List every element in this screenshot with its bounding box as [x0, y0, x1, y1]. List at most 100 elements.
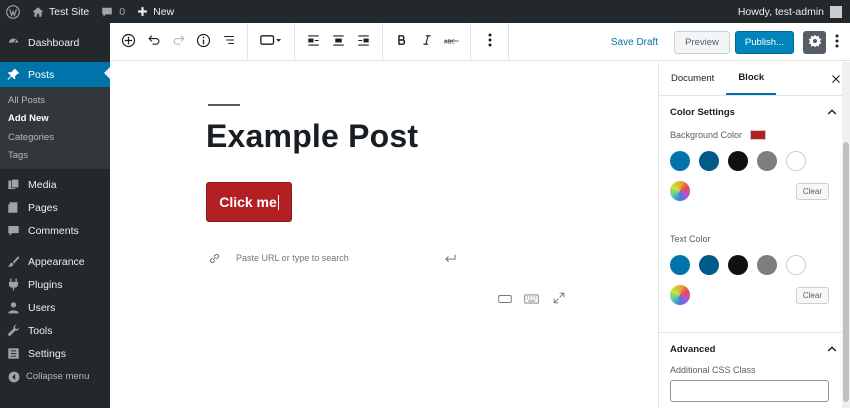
sidebar-item-tools[interactable]: Tools	[0, 319, 110, 342]
align-center-button[interactable]	[326, 28, 351, 56]
tab-block[interactable]: Block	[726, 62, 777, 95]
enter-icon[interactable]	[444, 252, 457, 267]
color-swatch-white[interactable]	[786, 151, 806, 171]
sidebar-item-plugins[interactable]: Plugins	[0, 273, 110, 296]
expand-button[interactable]	[545, 292, 572, 307]
more-options-button[interactable]	[477, 28, 502, 56]
collapse-icon	[7, 370, 20, 383]
collapse-menu-button[interactable]: Collapse menu	[0, 365, 110, 388]
align-right-button[interactable]	[351, 28, 376, 56]
color-swatch-dark-blue[interactable]	[699, 255, 719, 275]
sidebar-scrollbar[interactable]	[842, 62, 850, 408]
custom-color-picker[interactable]	[670, 181, 690, 201]
submenu-tags[interactable]: Tags	[0, 147, 110, 166]
scrollbar-thumb[interactable]	[843, 142, 849, 402]
more-tools-button[interactable]	[832, 34, 842, 51]
sidebar-item-settings[interactable]: Settings	[0, 342, 110, 365]
color-settings-panel-toggle[interactable]: Color Settings	[659, 96, 850, 128]
settings-toggle-button[interactable]	[803, 30, 826, 54]
editor-toolbar: ABC Save Draft Preview Publish...	[110, 22, 850, 61]
css-class-input[interactable]	[670, 380, 829, 402]
sidebar-tabs: Document Block	[659, 62, 850, 96]
new-content-link[interactable]: New	[131, 0, 180, 23]
submenu-all-posts[interactable]: All Posts	[0, 91, 110, 110]
submenu-add-new[interactable]: Add New	[0, 110, 110, 129]
media-icon	[7, 178, 20, 191]
comments-link[interactable]: 0	[95, 0, 131, 23]
block-navigation-button[interactable]	[216, 28, 241, 56]
url-popover-icons	[491, 292, 572, 307]
close-icon[interactable]	[831, 72, 841, 87]
align-left-button[interactable]	[301, 28, 326, 56]
color-swatch-gray[interactable]	[757, 151, 777, 171]
content-info-button[interactable]	[191, 28, 216, 56]
post-title[interactable]: Example Post	[206, 118, 418, 155]
text-color-text: Text Color	[670, 234, 711, 244]
color-swatch-dark-blue[interactable]	[699, 151, 719, 171]
sidebar-item-posts[interactable]: Posts	[0, 62, 110, 87]
color-swatch-black[interactable]	[728, 255, 748, 275]
editor-canvas: Example Post Click me	[110, 62, 658, 408]
url-input[interactable]	[236, 253, 436, 263]
sidebar-item-label: Comments	[28, 224, 79, 237]
sidebar-item-users[interactable]: Users	[0, 296, 110, 319]
sidebar-item-label: Dashboard	[28, 36, 80, 49]
wordpress-logo[interactable]	[0, 0, 26, 23]
strikethrough-button[interactable]: ABC	[439, 28, 464, 56]
sidebar-item-label: Posts	[28, 68, 55, 81]
color-swatch-blue[interactable]	[670, 151, 690, 171]
keyboard-button[interactable]	[518, 292, 545, 307]
avatar	[830, 5, 842, 18]
undo-button[interactable]	[141, 28, 166, 56]
toolbar-more-group	[471, 22, 509, 61]
align-center-icon	[332, 34, 345, 50]
list-icon	[222, 33, 236, 50]
block-switcher-button[interactable]	[254, 28, 288, 56]
account-menu[interactable]: Howdy, test-admin	[732, 0, 850, 23]
text-custom-row: Clear	[659, 284, 850, 306]
custom-color-picker[interactable]	[670, 285, 690, 305]
button-block[interactable]: Click me	[206, 182, 292, 222]
sidebar-item-appearance[interactable]: Appearance	[0, 250, 110, 273]
advanced-panel-toggle[interactable]: Advanced	[659, 333, 850, 365]
sidebar-item-dashboard[interactable]: Dashboard	[0, 31, 110, 54]
bold-button[interactable]	[389, 28, 414, 56]
color-swatch-white[interactable]	[786, 255, 806, 275]
toolbar-alignment-group	[295, 22, 383, 61]
site-name: Test Site	[49, 5, 90, 18]
italic-button[interactable]	[414, 28, 439, 56]
sidebar-item-comments[interactable]: Comments	[0, 219, 110, 242]
advanced-title: Advanced	[670, 343, 716, 355]
site-name-link[interactable]: Test Site	[26, 0, 95, 23]
howdy-text: Howdy, test-admin	[737, 5, 824, 18]
link-icon	[208, 252, 222, 265]
svg-text:ABC: ABC	[444, 40, 455, 46]
gear-icon	[808, 34, 822, 51]
toolbar-format-group: ABC	[383, 22, 471, 61]
clear-background-button[interactable]: Clear	[795, 182, 829, 200]
publish-button[interactable]: Publish...	[734, 30, 794, 54]
sidebar-item-media[interactable]: Media	[0, 173, 110, 196]
color-swatch-blue[interactable]	[670, 255, 690, 275]
preview-button[interactable]: Preview	[674, 30, 730, 54]
chevron-up-icon	[827, 344, 837, 355]
add-block-button[interactable]	[116, 28, 141, 56]
background-color-label: Background Color	[659, 128, 850, 142]
paintbrush-icon	[7, 255, 20, 268]
plus-circle-icon	[121, 33, 136, 51]
submenu-categories[interactable]: Categories	[0, 128, 110, 147]
color-swatch-gray[interactable]	[757, 255, 777, 275]
pages-icon	[7, 201, 20, 214]
wordpress-icon	[6, 4, 20, 19]
tab-document[interactable]: Document	[659, 62, 726, 95]
color-swatch-black[interactable]	[728, 151, 748, 171]
clear-text-color-button[interactable]: Clear	[795, 286, 829, 304]
plus-icon	[137, 6, 148, 17]
sidebar-item-pages[interactable]: Pages	[0, 196, 110, 219]
toggle-settings-button[interactable]	[491, 292, 518, 307]
button-block-text: Click me	[219, 194, 277, 210]
redo-button[interactable]	[166, 28, 191, 56]
align-right-icon	[357, 34, 370, 50]
save-draft-button[interactable]: Save Draft	[611, 37, 658, 48]
posts-submenu: All Posts Add New Categories Tags	[0, 87, 110, 169]
